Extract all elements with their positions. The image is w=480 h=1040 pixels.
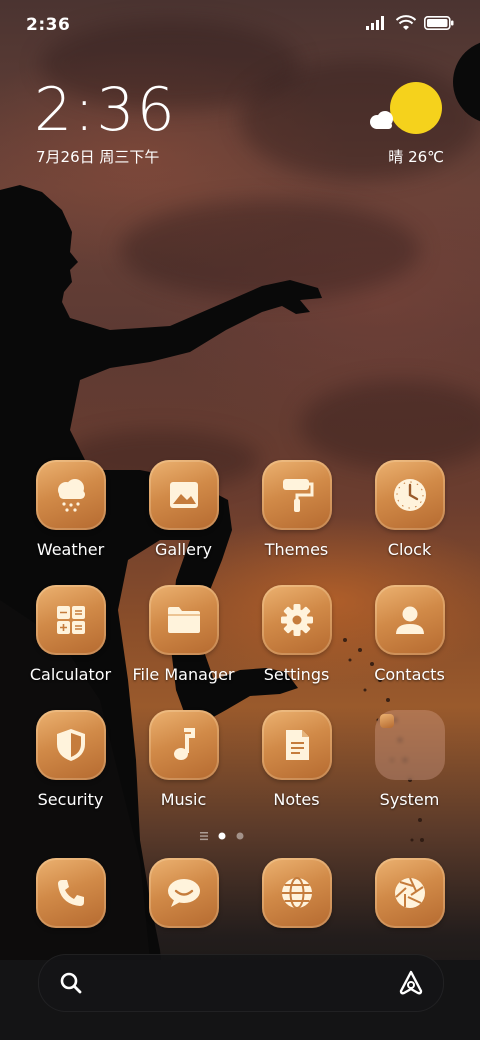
page-dot (236, 832, 244, 840)
page-dot-active (218, 832, 226, 840)
clock-time: 2:36 (34, 75, 177, 145)
globe-icon (261, 858, 332, 928)
app-label: Contacts (374, 665, 445, 684)
message-icon (148, 858, 219, 928)
home-list-icon (200, 832, 208, 841)
app-music[interactable]: Music (127, 710, 240, 809)
clock-widget[interactable]: 2:36 7月26日 周三下午 (34, 78, 177, 167)
app-notes[interactable]: Notes (240, 710, 353, 809)
document-icon (261, 710, 332, 780)
status-time: 2:36 (26, 15, 71, 35)
weather-icon (35, 460, 106, 530)
phone-icon (35, 858, 106, 928)
dock-messages[interactable] (127, 858, 240, 928)
cloud-icon (370, 111, 393, 129)
weather-widget[interactable]: 晴 26℃ (364, 82, 444, 172)
dock-camera[interactable] (353, 858, 466, 928)
app-label: Weather (36, 540, 105, 559)
sunny-cloud-icon (390, 82, 442, 134)
app-gallery[interactable]: Gallery (127, 460, 240, 559)
battery-icon (424, 16, 454, 30)
music-note-icon (148, 710, 219, 780)
status-bar: 2:36 (0, 0, 480, 52)
search-bar[interactable] (38, 954, 444, 1012)
mini-app-icon (379, 714, 394, 728)
clock-date: 7月26日 周三下午 (36, 148, 160, 166)
shield-icon (35, 710, 106, 780)
app-themes[interactable]: Themes (240, 460, 353, 559)
signal-icon (366, 16, 384, 30)
gear-icon (261, 585, 332, 655)
gallery-icon (148, 460, 219, 530)
app-label: Themes (264, 540, 329, 559)
person-icon (374, 585, 445, 655)
page-indicator[interactable] (200, 830, 260, 842)
app-settings[interactable]: Settings (240, 585, 353, 684)
clock-icon (374, 460, 445, 530)
dock-phone[interactable] (14, 858, 127, 928)
app-label: Notes (273, 790, 320, 809)
dock-browser[interactable] (240, 858, 353, 928)
app-label: File Manager (132, 665, 235, 684)
app-label: Gallery (155, 540, 212, 559)
calculator-icon (35, 585, 106, 655)
app-weather[interactable]: Weather (14, 460, 127, 559)
camera-aperture-icon (374, 858, 445, 928)
app-security[interactable]: Security (14, 710, 127, 809)
folder-icon (148, 585, 219, 655)
app-system-folder[interactable]: System (353, 710, 466, 809)
weather-text: 晴 26℃ (388, 148, 444, 166)
app-label: System (379, 790, 440, 809)
status-icons (366, 15, 454, 31)
home-screen: 2:36 2:36 7月26日 周三下午 晴 26℃ Weather Galle… (0, 0, 480, 1040)
app-label: Clock (387, 540, 432, 559)
app-label: Music (160, 790, 207, 809)
app-contacts[interactable]: Contacts (353, 585, 466, 684)
app-clock[interactable]: Clock (353, 460, 466, 559)
app-calculator[interactable]: Calculator (14, 585, 127, 684)
paint-roller-icon (261, 460, 332, 530)
assistant-icon[interactable] (397, 969, 425, 997)
folder-icon (374, 710, 445, 780)
app-label: Calculator (29, 665, 112, 684)
wifi-icon (396, 15, 416, 30)
app-label: Settings (263, 665, 330, 684)
app-file-manager[interactable]: File Manager (127, 585, 240, 684)
search-icon[interactable] (59, 971, 83, 995)
app-label: Security (37, 790, 104, 809)
